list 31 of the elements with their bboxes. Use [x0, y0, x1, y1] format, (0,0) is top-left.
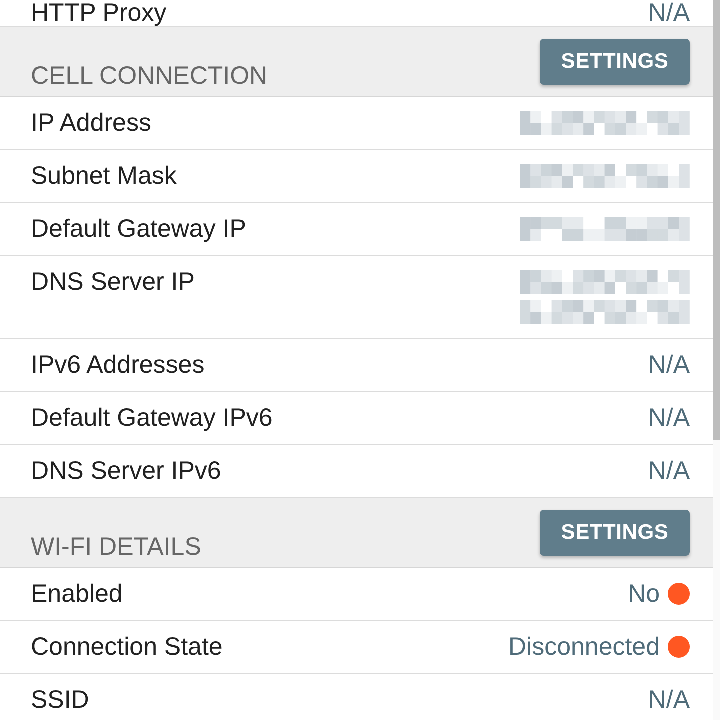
list-row[interactable]: Default Gateway IPv6 N/A	[0, 392, 713, 445]
row-label: DNS Server IP	[31, 267, 195, 297]
row-label: DNS Server IPv6	[31, 456, 222, 486]
row-label: IPv6 Addresses	[31, 350, 205, 380]
row-label: Connection State	[31, 632, 223, 662]
list-row[interactable]: Subnet Mask	[0, 150, 713, 203]
list-row[interactable]: Connection State Disconnected	[0, 621, 713, 674]
row-label: HTTP Proxy	[31, 0, 167, 26]
row-value: N/A	[648, 685, 690, 715]
list-row[interactable]: IPv6 Addresses N/A	[0, 339, 713, 392]
list-row[interactable]: Default Gateway IP	[0, 203, 713, 256]
row-value: N/A	[648, 350, 690, 380]
section-title: CELL CONNECTION	[31, 61, 268, 92]
list-row[interactable]: DNS Server IP	[0, 256, 713, 339]
settings-button[interactable]: SETTINGS	[540, 510, 690, 556]
row-value: N/A	[648, 403, 690, 433]
section-title: WI-FI DETAILS	[31, 532, 202, 563]
row-label: IP Address	[31, 108, 152, 138]
row-value: N/A	[648, 456, 690, 486]
settings-button[interactable]: SETTINGS	[540, 39, 690, 85]
row-label: Enabled	[31, 579, 123, 609]
scrollbar-thumb[interactable]	[713, 0, 720, 440]
row-value: N/A	[648, 0, 690, 26]
list-row[interactable]: IP Address	[0, 97, 713, 150]
row-label: Default Gateway IP	[31, 214, 246, 244]
list-row[interactable]: Enabled No	[0, 568, 713, 621]
row-label: SSID	[31, 685, 90, 715]
row-label: Default Gateway IPv6	[31, 403, 273, 433]
status-text: Disconnected	[508, 632, 660, 662]
row-label: Subnet Mask	[31, 161, 177, 191]
status-text: No	[628, 579, 660, 609]
